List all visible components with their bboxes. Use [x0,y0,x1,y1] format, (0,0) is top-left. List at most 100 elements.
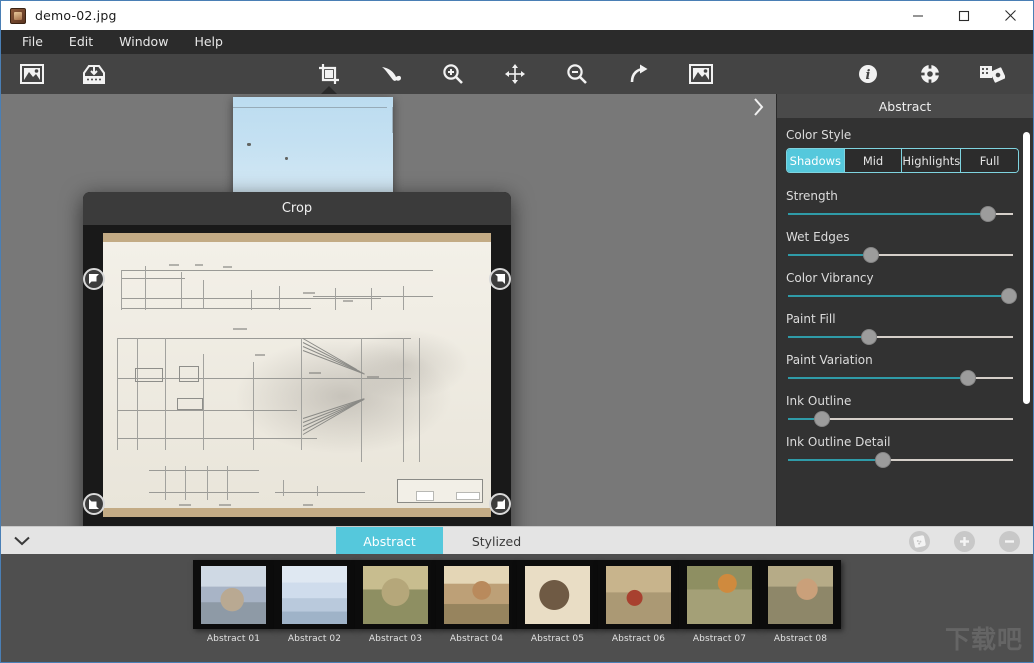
list-item[interactable]: Abstract 03 [355,560,436,644]
thumbnail-frame [274,560,355,629]
menu-file[interactable]: File [9,31,56,53]
settings-icon[interactable] [899,54,961,94]
crop-preview-area[interactable] [83,225,511,525]
minimize-button[interactable] [895,1,941,30]
crop-handle-top-right[interactable] [489,268,511,290]
slider-knob[interactable] [874,452,891,468]
remove-icon[interactable] [999,530,1020,552]
thumbnail-label: Abstract 05 [530,634,585,644]
window-title: demo-02.jpg [35,8,117,23]
color-style-mid[interactable]: Mid [843,149,902,172]
list-item[interactable]: Abstract 02 [274,560,355,644]
list-item[interactable]: Abstract 05 [517,560,598,644]
slider-track[interactable] [788,329,1013,345]
list-item[interactable]: Abstract 01 [193,560,274,644]
thumbnail-frame [517,560,598,629]
window-controls [895,1,1033,30]
slider-wet-edges: Wet Edges [786,230,1024,263]
crop-handle-bottom-right[interactable] [489,493,511,515]
slider-knob[interactable] [813,411,830,427]
tab-stylized[interactable]: Stylized [443,527,550,555]
open-image-icon[interactable] [1,54,63,94]
site-watermark: 下载吧 [944,625,1023,654]
slider-label: Color Vibrancy [786,271,874,285]
color-style-shadows[interactable]: Shadows [787,149,844,172]
application-window: demo-02.jpg File Edit Window Help i Crop… [0,0,1034,663]
canvas-area[interactable]: Crop [1,94,776,526]
brush-icon[interactable] [360,54,422,94]
close-button[interactable] [987,1,1033,30]
thumbnail-art [606,565,671,624]
redo-icon[interactable] [608,54,670,94]
crop-handle-bottom-left[interactable] [83,493,105,515]
workspace: Crop Abstract Color Style Shadows Mid Hi… [1,94,1033,526]
slider-paint-variation: Paint Variation [786,353,1024,386]
list-item[interactable]: Abstract 06 [598,560,679,644]
thumbnail-label: Abstract 01 [206,634,261,644]
slider-track[interactable] [788,452,1013,468]
list-item[interactable]: Abstract 08 [760,560,841,644]
slider-track[interactable] [788,206,1013,222]
thumbnail-label: Abstract 02 [287,634,342,644]
toolbar-right-group: i [837,54,1023,94]
slider-label: Paint Variation [786,353,873,367]
slider-track[interactable] [788,288,1017,304]
tab-abstract[interactable]: Abstract [336,527,443,555]
menu-window[interactable]: Window [106,31,181,53]
info-icon[interactable]: i [837,54,899,94]
blueprint-title-block [397,479,483,503]
slider-knob[interactable] [960,370,976,386]
panel-body: Color Style Shadows Mid Highlights Full … [777,118,1033,526]
toolbar-left-group [1,54,125,94]
preset-tab-bar: Abstract Stylized [1,526,1033,555]
thumbnail-label: Abstract 08 [773,634,828,644]
list-item[interactable]: Abstract 07 [679,560,760,644]
thumbnail-label: Abstract 06 [611,634,666,644]
preset-thumbnail-strip[interactable]: Abstract 01 Abstract 02 Abstract 03 Abst… [1,554,1033,662]
thumbnail-frame [193,560,274,629]
maximize-button[interactable] [941,1,987,30]
slider-label: Ink Outline [786,394,852,408]
slider-knob[interactable] [1000,288,1017,304]
slider-color-vibrancy: Color Vibrancy [786,271,1024,304]
crop-icon[interactable] [298,54,360,95]
thumbnail-frame [679,560,760,629]
zoom-out-icon[interactable] [546,54,608,94]
save-image-icon[interactable] [63,54,125,94]
slider-track[interactable] [788,370,1013,386]
slider-ink-outline-detail: Ink Outline Detail [786,435,1024,468]
slider-track[interactable] [788,247,1013,263]
add-icon[interactable] [954,530,975,552]
thumbnail-label: Abstract 03 [368,634,423,644]
thumbnail-art [282,565,347,624]
zoom-in-icon[interactable] [422,54,484,94]
slider-knob[interactable] [980,206,997,222]
color-style-full[interactable]: Full [960,149,1018,172]
list-item[interactable]: Abstract 04 [436,560,517,644]
slider-ink-outline: Ink Outline [786,394,1024,427]
crop-handle-top-left[interactable] [83,268,105,290]
thumbnail-label: Abstract 04 [449,634,504,644]
thumbnail-art [768,565,833,624]
expand-panel-arrow[interactable] [746,96,770,118]
chevron-down-icon[interactable] [1,527,43,555]
thumbnail-frame [355,560,436,629]
panel-scrollbar-thumb[interactable] [1023,132,1030,404]
slider-label: Wet Edges [786,230,850,244]
slider-label: Ink Outline Detail [786,435,891,449]
randomize-icon[interactable] [909,530,930,552]
menu-help[interactable]: Help [181,31,236,53]
menu-edit[interactable]: Edit [56,31,106,53]
presets-icon[interactable] [961,54,1023,94]
color-style-segmented-control: Shadows Mid Highlights Full [786,148,1019,173]
panel-title: Abstract [777,94,1033,118]
thumbnail-art [363,565,428,624]
compare-image-icon[interactable] [670,54,732,94]
slider-track[interactable] [788,411,1013,427]
color-style-highlights[interactable]: Highlights [901,149,961,172]
crop-dialog: Crop [83,192,511,526]
move-icon[interactable] [484,54,546,94]
main-toolbar: i [1,54,1033,95]
slider-knob[interactable] [863,247,880,263]
slider-knob[interactable] [861,329,877,345]
